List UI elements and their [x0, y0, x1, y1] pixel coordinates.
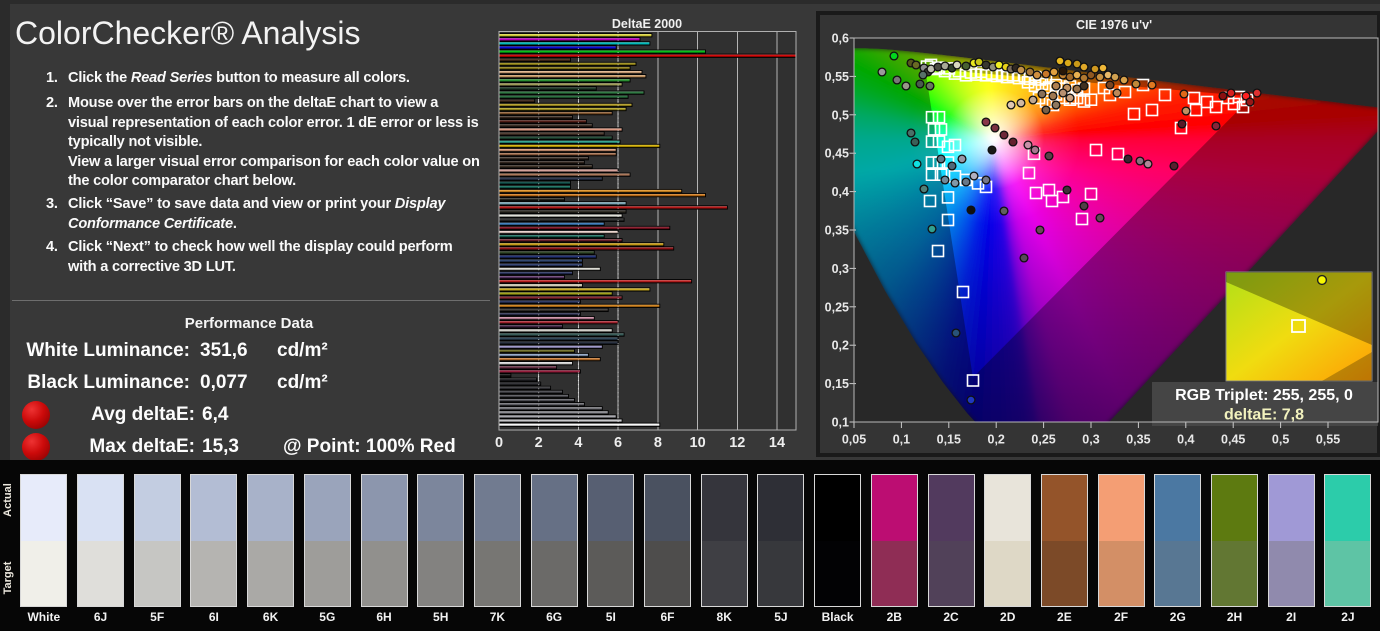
svg-text:0,2: 0,2 — [832, 339, 849, 353]
svg-text:0,45: 0,45 — [825, 147, 849, 161]
svg-text:0,6: 0,6 — [832, 32, 849, 46]
svg-text:0,05: 0,05 — [842, 433, 866, 447]
svg-text:0,4: 0,4 — [832, 185, 849, 199]
svg-text:CIE 1976 u'v': CIE 1976 u'v' — [1076, 18, 1152, 32]
svg-text:0,3: 0,3 — [1082, 433, 1099, 447]
svg-text:0,25: 0,25 — [1031, 433, 1055, 447]
svg-text:0,15: 0,15 — [937, 433, 961, 447]
svg-text:0,4: 0,4 — [1177, 433, 1194, 447]
svg-text:RGB Triplet: 255, 255, 0: RGB Triplet: 255, 255, 0 — [1175, 387, 1353, 404]
svg-text:0,55: 0,55 — [1316, 433, 1340, 447]
svg-text:0,35: 0,35 — [1126, 433, 1150, 447]
svg-text:0,35: 0,35 — [825, 224, 849, 238]
svg-text:0,1: 0,1 — [832, 416, 849, 430]
svg-text:deltaE: 7,8: deltaE: 7,8 — [1224, 407, 1304, 424]
svg-text:0,3: 0,3 — [832, 262, 849, 276]
svg-text:0,15: 0,15 — [825, 377, 849, 391]
svg-text:0,5: 0,5 — [1272, 433, 1289, 447]
svg-text:0,1: 0,1 — [893, 433, 910, 447]
svg-text:0,25: 0,25 — [825, 300, 849, 314]
svg-text:0,2: 0,2 — [988, 433, 1005, 447]
svg-text:0,45: 0,45 — [1221, 433, 1245, 447]
svg-text:0,5: 0,5 — [832, 108, 849, 122]
svg-text:0,55: 0,55 — [825, 70, 849, 84]
